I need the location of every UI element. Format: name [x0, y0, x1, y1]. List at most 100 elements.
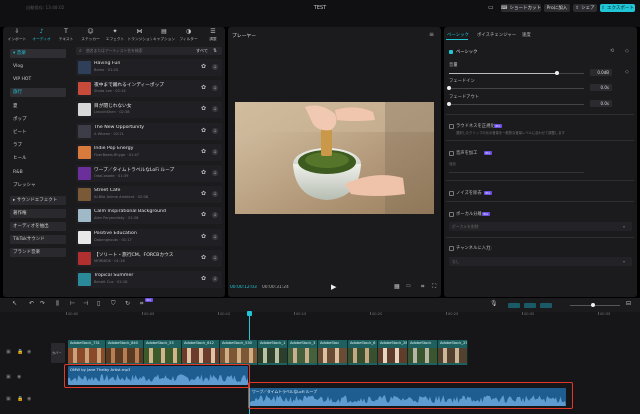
video-clip[interactable]: AdobeStock_840 — [106, 340, 144, 365]
enhance-slider[interactable] — [449, 172, 584, 173]
download-icon[interactable]: ↓ — [212, 85, 218, 92]
fullscreen-icon[interactable]: ⛶ — [432, 283, 436, 291]
ratio-icon[interactable]: ▭ — [406, 283, 411, 289]
music-track-row[interactable]: Street Cafe AI-Bibi Anime Ambient · 02:08… — [76, 186, 222, 204]
audio1-mute-icon[interactable]: ◉ — [17, 374, 21, 380]
category-extra-item[interactable]: オーディオを抽出 — [10, 222, 66, 231]
fadein-slider-knob[interactable] — [447, 86, 451, 90]
video-clip[interactable]: AdobeStock_530 — [220, 340, 258, 365]
volume-value[interactable]: 0.0dB — [590, 69, 612, 76]
music-track-row[interactable]: 夜中まで踊れるインディーポップ Shota Lee · 02:14 ✿ ↓ — [76, 80, 222, 98]
audio2-visibility-icon[interactable]: ▣ — [6, 396, 11, 402]
download-icon[interactable]: ↓ — [212, 233, 218, 240]
video-clip[interactable]: AdobeStock_731 — [68, 340, 106, 365]
tab-basic[interactable]: ベーシック — [447, 32, 469, 38]
basic-checkbox[interactable] — [449, 50, 453, 54]
music-track-row[interactable]: Positive Education Dabenghouts · 01:17 ✿ ↓ — [76, 228, 222, 246]
tab-speed[interactable]: 速度 — [522, 32, 531, 38]
category-item[interactable]: VIP HOT — [10, 75, 66, 84]
fadeout-value[interactable]: 0.0s — [590, 100, 612, 107]
audio1-visibility-icon[interactable]: ▣ — [6, 374, 11, 380]
download-icon[interactable]: ↓ — [212, 127, 218, 134]
audio2-lock-icon[interactable]: 🔒 — [17, 396, 23, 402]
tool-audio[interactable]: ♪ オーディオ — [30, 28, 54, 44]
favorite-icon[interactable]: ✿ — [201, 212, 206, 218]
fadeout-slider[interactable] — [449, 104, 584, 105]
music-track-row[interactable]: Calm Inspirational Background Alen Poryen… — [76, 207, 222, 225]
download-icon[interactable]: ↓ — [212, 64, 218, 70]
vocal-checkbox[interactable] — [449, 212, 454, 217]
vocal-select[interactable]: ボーカルを削除 ▾ — [449, 222, 632, 231]
rotate-icon[interactable]: ↻ — [125, 300, 130, 307]
download-icon[interactable]: ↓ — [212, 106, 218, 113]
reset-icon[interactable]: ⟲ — [610, 48, 614, 54]
time-ruler[interactable]: 00:00 00:05 00:10 00:15 00:20 00:25 00:30 00:35 — [66, 312, 640, 320]
video-clip[interactable]: AdobeStock_6 — [348, 340, 378, 365]
download-icon[interactable]: ↓ — [212, 212, 218, 219]
tool-text[interactable]: T テキスト — [54, 28, 78, 44]
download-icon[interactable]: ↓ — [212, 276, 218, 282]
export-button[interactable]: ⇧ エクスポート — [600, 4, 635, 12]
video-clip[interactable]: AdobeStock_3 — [288, 340, 318, 365]
play-icon[interactable]: ▶ — [331, 283, 336, 291]
cover-button[interactable]: カバー — [51, 343, 65, 363]
favorite-icon[interactable]: ✿ — [201, 85, 206, 91]
music-track-row[interactable]: Having Fun Bemo · 01:20 ✿ ↓ — [76, 59, 222, 76]
music-track-row[interactable]: 【ソリート・旅行CM、FORCBカウス MORIBOX · 01:16 ✿ ↓ — [76, 249, 222, 267]
video-clip[interactable]: AdobeStock_53 — [144, 340, 182, 365]
player-menu-icon[interactable]: ≡ — [429, 31, 434, 38]
link-toggle[interactable] — [508, 303, 520, 308]
video-clip[interactable]: AdobeStock — [408, 340, 438, 365]
zoom-slider[interactable] — [570, 305, 620, 306]
category-music-header[interactable]: ▾ 音楽 — [10, 49, 66, 58]
favorite-icon[interactable]: ✿ — [201, 64, 206, 70]
category-item[interactable]: Vlog — [10, 62, 66, 71]
fadein-slider[interactable] — [449, 88, 584, 89]
favorite-icon[interactable]: ✿ — [201, 148, 206, 155]
favorite-icon[interactable]: ✿ — [201, 106, 206, 112]
sort-icon[interactable]: ⇅ — [213, 47, 217, 55]
undo-icon[interactable]: ↶ — [29, 300, 34, 307]
favorite-icon[interactable]: ✿ — [201, 233, 206, 240]
zoom-slider-knob[interactable] — [591, 303, 595, 307]
category-extra-item[interactable]: TikTokサウンド — [10, 235, 66, 244]
loudness-checkbox[interactable] — [449, 124, 454, 129]
favorite-icon[interactable]: ✿ — [201, 276, 206, 282]
split-icon[interactable]: ⫼ — [56, 300, 59, 308]
tool-sticker[interactable]: ☺ ステッカー — [79, 28, 103, 44]
tool-caption[interactable]: ▤ キャプション — [152, 28, 176, 44]
channel-select[interactable]: なし ▾ — [449, 257, 632, 266]
snap-toggle[interactable] — [540, 303, 552, 308]
tool-adjust[interactable]: ☰ 調整 — [201, 28, 225, 44]
video-clip[interactable]: AdobeStock_25 — [438, 340, 468, 365]
track-visibility-icon[interactable]: ▣ — [6, 349, 11, 355]
category-item[interactable]: 旅行 — [10, 88, 66, 98]
search-input[interactable]: 曲名またはアーティスト名を検索 — [86, 47, 143, 55]
tab-voice-changer[interactable]: ボイスチェンジャー — [477, 32, 516, 38]
search-box[interactable]: ⌕ 曲名またはアーティスト名を検索 すべて ⇅ — [76, 47, 222, 55]
filter-dropdown[interactable]: すべて — [196, 47, 208, 55]
video-clip[interactable]: AdobeStock_281 — [378, 340, 408, 365]
download-icon[interactable]: ↓ — [212, 191, 218, 198]
split-left-icon[interactable]: ⊢ — [70, 300, 75, 307]
channel-checkbox[interactable] — [449, 246, 454, 251]
category-item[interactable]: 夏 — [10, 102, 66, 111]
magnet-toggle[interactable] — [524, 303, 536, 308]
pro-button[interactable]: Proに加入 — [544, 4, 570, 12]
favorite-icon[interactable]: ✿ — [201, 170, 206, 176]
category-item[interactable]: ポップ — [10, 115, 66, 124]
noise-checkbox[interactable] — [449, 191, 454, 196]
playhead-handle[interactable] — [247, 311, 252, 316]
video-clip[interactable]: AdobeStock_612 — [182, 340, 220, 365]
audio2-mute-icon[interactable]: ◉ — [27, 396, 31, 402]
category-item[interactable]: ビート — [10, 128, 66, 137]
shield-icon[interactable]: ⛉ — [111, 300, 116, 308]
shortcut-button[interactable]: ⌨ ショートカット — [501, 4, 541, 12]
favorite-icon[interactable]: ✿ — [201, 127, 206, 134]
split-right-icon[interactable]: ⊣ — [83, 300, 88, 307]
category-extra-item[interactable]: ブランド音楽 — [10, 248, 66, 257]
redo-icon[interactable]: ↷ — [40, 300, 45, 307]
share-button[interactable]: ⇪ シェア — [573, 4, 597, 12]
track-lock-icon[interactable]: 🔒 — [17, 349, 23, 355]
enhance-checkbox[interactable] — [449, 151, 454, 156]
